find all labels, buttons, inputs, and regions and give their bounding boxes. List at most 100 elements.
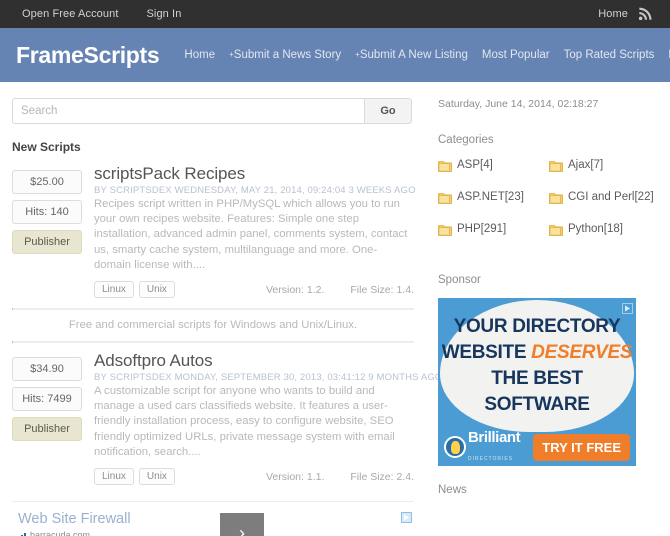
nav-item-label: Most Popular [481,49,550,61]
folder-icon [438,159,452,172]
platform-tag-unix[interactable]: Unix [138,468,175,486]
categories-grid: ASP[4] Ajax[7] ASP.NET[23] CGI and Perl[… [438,158,660,254]
main-navigation-bar: FrameScripts Home +Submit a News Story +… [0,28,670,84]
barracuda-ad[interactable]: Web Site Firewall barracuda.com Complete… [12,501,414,536]
ad-choices-icon[interactable] [622,301,633,314]
ad-arrow-icon[interactable]: › [220,513,264,536]
nav-item-submit-news-story[interactable]: +Submit a News Story [222,49,348,61]
listing-title[interactable]: Adsoftpro Autos [94,351,414,371]
category-label: Python[18] [568,223,623,235]
search-input[interactable] [12,98,364,124]
barracuda-ad-url-row: barracuda.com [18,530,220,536]
listing-footer: Linux Unix Version: 1.2. File Size: 1.4. [94,281,414,304]
nav-links: Home +Submit a News Story +Submit A New … [177,49,670,61]
category-item-ajax[interactable]: Ajax[7] [549,158,660,172]
barracuda-ad-url: barracuda.com [30,530,91,536]
folder-icon [549,223,563,236]
category-item-python[interactable]: Python[18] [549,222,660,236]
try-it-free-button[interactable]: TRY IT FREE [533,433,630,461]
sponsor-ad-line1: YOUR DIRECTORY [453,316,621,337]
sponsor-ad-line2-b: DESERVES [531,342,633,363]
sponsor-brand-name: Brilliant [468,429,521,446]
hits-badge: Hits: 140 [12,200,82,224]
category-label: ASP.NET[23] [457,191,524,203]
top-utility-links: Open Free Account Sign In [22,8,181,20]
publisher-badge: Publisher [12,417,82,442]
sign-in-link[interactable]: Sign In [146,8,181,20]
page-body: Go New Scripts $25.00 Hits: 140 Publishe… [0,84,670,536]
listing-filesize: File Size: 2.4. [350,470,414,483]
barracuda-ad-text: Web Site Firewall barracuda.com Complete… [12,511,220,536]
new-scripts-heading: New Scripts [12,140,81,154]
listing-meta: BY SCRIPTSDEX MONDAY, SEPTEMBER 30, 2013… [94,372,443,384]
main-content-column: Go New Scripts $25.00 Hits: 140 Publishe… [0,84,443,536]
sponsor-ad-banner[interactable]: YOUR DIRECTORY WEBSITE DESERVES THE BEST… [438,298,636,466]
lightbulb-icon [444,436,466,458]
listing-version: Version: 1.2. [266,283,325,296]
platform-tag-unix[interactable]: Unix [138,281,175,299]
sponsor-ad-line3: THE BEST SOFTWARE [484,368,590,415]
listing-filesize: File Size: 1.4. [350,283,414,296]
price-badge: $34.90 [12,357,82,382]
search-go-button[interactable]: Go [364,98,412,124]
listing-version: Version: 1.1. [266,470,325,483]
sponsor-ad-line2-a: WEBSITE [441,342,532,363]
site-logo[interactable]: FrameScripts [16,42,160,69]
sidebar-column: Saturday, June 14, 2014, 02:18:27 Catego… [428,84,670,534]
listing-title[interactable]: scriptsPack Recipes [94,164,414,184]
category-label: CGI and Perl[22] [568,191,654,203]
top-home-link[interactable]: Home [598,8,628,20]
nav-item-label: Submit a News Story [233,49,342,61]
barracuda-ad-headline[interactable]: Web Site Firewall [18,511,220,528]
folder-icon [438,223,452,236]
sponsor-brand-subtitle: DIRECTORIES [468,456,514,462]
nav-item-label: Top Rated Scripts [563,49,655,61]
site-tagline: Free and commercial scripts for Windows … [68,319,358,332]
listing-footer: Linux Unix Version: 1.1. File Size: 2.4. [94,468,414,491]
hits-badge: Hits: 7499 [12,387,82,412]
lightbulb-glow [450,440,460,454]
publisher-badge: Publisher [12,230,82,254]
nav-item-home[interactable]: Home [177,49,222,61]
nav-item-top-rated-scripts[interactable]: Top Rated Scripts [557,49,662,61]
listing-description: Recipes script written in PHP/MySQL whic… [94,198,408,271]
platform-tag-linux[interactable]: Linux [94,468,134,486]
top-utility-right: Home [598,7,652,21]
top-utility-bar: Open Free Account Sign In Home [0,0,670,28]
brand-text-wrap: Brilliant DIRECTORIES [468,429,521,465]
nav-item-label: Submit A New Listing [359,49,468,61]
listing-meta: BY SCRIPTSDEX WEDNESDAY, MAY 21, 2014, 0… [94,185,416,196]
category-label: PHP[291] [457,223,507,235]
rss-icon[interactable] [638,7,652,21]
sponsor-ad-footer: Brilliant DIRECTORIES TRY IT FREE [438,428,636,466]
listing-item: $34.90 Hits: 7499 Publisher Adsoftpro Au… [12,343,443,495]
categories-heading: Categories [438,134,494,146]
folder-icon [549,191,563,204]
nav-item-news[interactable]: News [661,49,670,61]
nav-item-most-popular[interactable]: Most Popular [475,49,557,61]
category-label: Ajax[7] [568,159,604,171]
listing-body: Adsoftpro Autos BY SCRIPTSDEX MONDAY, SE… [82,351,443,491]
current-date-time: Saturday, June 14, 2014, 02:18:27 [438,98,599,110]
listing-description: A customizable script for anyone who wan… [94,385,395,458]
ad-choices-icon[interactable] [401,510,412,524]
sponsor-heading: Sponsor [438,274,481,286]
platform-tag-linux[interactable]: Linux [94,281,134,299]
category-item-php[interactable]: PHP[291] [438,222,549,236]
folder-icon [549,159,563,172]
category-label: ASP[4] [457,159,493,171]
sponsor-ad-text: YOUR DIRECTORY WEBSITE DESERVES THE BEST… [438,314,636,418]
price-badge: $25.00 [12,170,82,194]
open-free-account-link[interactable]: Open Free Account [22,8,118,20]
nav-item-label: Home [184,49,216,61]
nav-item-submit-new-listing[interactable]: +Submit A New Listing [348,49,475,61]
search-form: Go [12,98,412,124]
ad-bars-icon [18,532,27,536]
category-item-aspnet[interactable]: ASP.NET[23] [438,190,549,204]
listing-badges: $34.90 Hits: 7499 Publisher [12,351,82,491]
listing-badges: $25.00 Hits: 140 Publisher [12,164,82,304]
sponsor-ad-line2: WEBSITE DESERVES [438,340,636,366]
news-heading: News [438,484,467,496]
category-item-asp[interactable]: ASP[4] [438,158,549,172]
category-item-cgi-perl[interactable]: CGI and Perl[22] [549,190,660,204]
